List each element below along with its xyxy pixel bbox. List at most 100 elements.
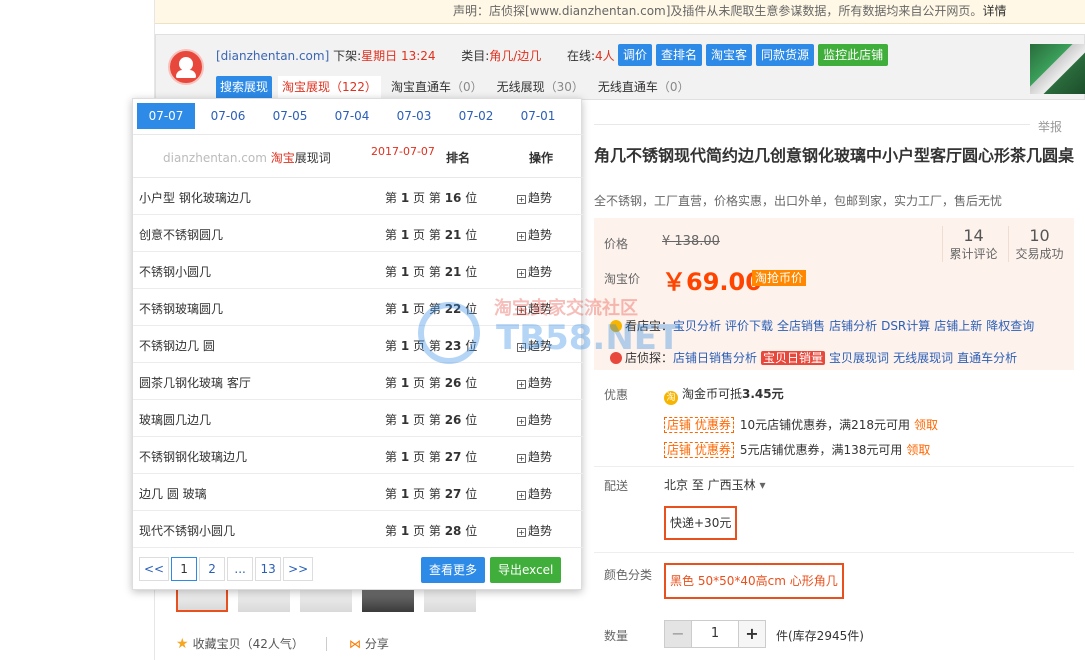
- original-price: ¥ 138.00: [662, 234, 720, 249]
- disclaimer-detail-link[interactable]: 详情: [982, 4, 1006, 18]
- shipping-destination-select[interactable]: 广西玉林: [708, 478, 756, 492]
- col-rank: 排名: [446, 151, 471, 165]
- display-words-popup: 07-07 07-06 07-05 07-04 07-03 07-02 07-01 dian…: [132, 98, 583, 590]
- coupon-1: 店铺 优惠券 10元店铺优惠券，满218元可用 领取: [664, 416, 938, 433]
- tool-shop-sales[interactable]: 全店销售: [777, 319, 825, 333]
- quantity-input[interactable]: 1: [692, 620, 738, 648]
- plus-box-icon: +: [517, 528, 526, 537]
- color-option-selected[interactable]: 黑色 50*50*40高cm 心形角几: [664, 563, 844, 599]
- trend-link[interactable]: + 趋势: [517, 522, 552, 539]
- express-option[interactable]: 快递+30元: [664, 506, 738, 540]
- dianzhentan-tools: 店侦探：店铺日销售分析 宝贝日销量 宝贝展现词 无线展现词 直通车分析: [610, 349, 1021, 366]
- date-tab-0701[interactable]: 07-01: [509, 103, 567, 129]
- tool-dsr-calc[interactable]: DSR计算: [881, 319, 930, 333]
- share-link[interactable]: 分享: [365, 637, 389, 651]
- site-link[interactable]: [dianzhentan.com]: [216, 49, 329, 63]
- tool-display-words[interactable]: 宝贝展现词: [829, 351, 889, 365]
- trend-link[interactable]: + 趋势: [517, 189, 552, 206]
- monitor-shop-button[interactable]: 监控此店铺: [818, 44, 889, 66]
- same-source-button[interactable]: 同款货源: [756, 44, 815, 66]
- taobaoke-button[interactable]: 淘宝客: [706, 44, 753, 66]
- date-tab-0705[interactable]: 07-05: [261, 103, 319, 129]
- page-first-button[interactable]: <<: [139, 557, 170, 581]
- keyword-rank: 第 1 页 第 26 位: [385, 376, 478, 390]
- shop-banner-image: [1030, 44, 1085, 94]
- plus-box-icon: +: [517, 195, 526, 204]
- plus-box-icon: +: [517, 491, 526, 500]
- date-tab-0703[interactable]: 07-03: [385, 103, 443, 129]
- plus-box-icon: +: [517, 343, 526, 352]
- tab-wireless-display[interactable]: 无线展现（30）: [493, 76, 588, 98]
- thumbnail[interactable]: [362, 588, 414, 612]
- page-ellipsis[interactable]: ...: [227, 557, 254, 581]
- tool-item-analysis[interactable]: 宝贝分析: [673, 319, 721, 333]
- trend-link[interactable]: + 趋势: [517, 337, 552, 354]
- chevron-down-icon[interactable]: ▾: [760, 478, 766, 492]
- divider: [594, 552, 1074, 553]
- price-label: 价格: [604, 237, 629, 251]
- tool-daily-sales[interactable]: 店铺日销售分析: [673, 351, 757, 365]
- color-label: 颜色分类: [604, 568, 653, 582]
- deals-stat: 10 交易成功: [1008, 226, 1070, 262]
- date-tab-0707[interactable]: 07-07: [137, 103, 195, 129]
- thumbnail[interactable]: [300, 588, 352, 612]
- tool-item-daily-sales[interactable]: 宝贝日销量: [761, 351, 826, 365]
- coin-line: 淘淘金币可抵3.45元: [664, 385, 784, 405]
- tool-review-download[interactable]: 评价下载: [725, 319, 773, 333]
- tab-wireless-ztc[interactable]: 无线直通车（0）: [594, 76, 694, 98]
- plus-box-icon: +: [517, 417, 526, 426]
- keyword-text: 圆茶几钢化玻璃 客厅: [139, 376, 251, 390]
- thumbnail[interactable]: [238, 588, 290, 612]
- tool-demotion-check[interactable]: 降权查询: [986, 319, 1034, 333]
- report-link[interactable]: 举报: [1038, 118, 1062, 135]
- trend-link[interactable]: + 趋势: [517, 374, 552, 391]
- tab-taobao-ztc[interactable]: 淘宝直通车（0）: [387, 76, 487, 98]
- page-1-button[interactable]: 1: [171, 557, 198, 581]
- category-value[interactable]: 角几/边几: [489, 49, 541, 63]
- table-row: 现代不锈钢小圆几 第 1 页 第 28 位 + 趋势: [133, 511, 583, 548]
- view-more-button[interactable]: 查看更多: [421, 557, 486, 583]
- check-rank-button[interactable]: 查排名: [656, 44, 703, 66]
- tool-shop-analysis[interactable]: 店铺分析: [829, 319, 877, 333]
- offline-value: 星期日 13:24: [361, 49, 436, 63]
- keyword-text: 现代不锈钢小圆几: [139, 524, 236, 538]
- date-tab-0704[interactable]: 07-04: [323, 103, 381, 129]
- keyword-rank: 第 1 页 第 21 位: [385, 265, 478, 279]
- table-row: 玻璃圆几边几 第 1 页 第 26 位 + 趋势: [133, 400, 583, 437]
- keyword-text: 不锈钢钢化玻璃边几: [139, 450, 248, 464]
- disclaimer-text: 声明：店侦探[www.dianzhentan.com]及插件从未爬取生意参谋数据…: [453, 4, 983, 18]
- reviews-stat[interactable]: 14 累计评论: [942, 226, 1004, 262]
- favorite-link[interactable]: 收藏宝贝（42人气）: [193, 637, 304, 651]
- coupon-1-get-link[interactable]: 领取: [914, 418, 938, 432]
- deals-label: 交易成功: [1015, 247, 1064, 261]
- coupon-2-get-link[interactable]: 领取: [906, 443, 930, 457]
- export-excel-button[interactable]: 导出excel: [490, 557, 562, 583]
- tool-wireless-words[interactable]: 无线展现词: [893, 351, 953, 365]
- adjust-price-button[interactable]: 调价: [618, 44, 653, 66]
- quantity-minus-button[interactable]: −: [664, 620, 692, 648]
- thumbnail[interactable]: [176, 588, 228, 612]
- quantity-stepper: −1 +: [664, 620, 766, 648]
- tool-shop-new[interactable]: 店铺上新: [934, 319, 982, 333]
- page-last-button[interactable]: >>: [283, 557, 314, 581]
- tool-ztc-analysis[interactable]: 直通车分析: [957, 351, 1017, 365]
- trend-link[interactable]: + 趋势: [517, 411, 552, 428]
- trend-link[interactable]: + 趋势: [517, 485, 552, 502]
- keyword-rank: 第 1 页 第 21 位: [385, 228, 478, 242]
- keyword-text: 不锈钢玻璃圆几: [139, 302, 224, 316]
- tab-taobao-display[interactable]: 淘宝展现（122）: [278, 76, 381, 98]
- keyword-text: 不锈钢小圆几: [139, 265, 212, 279]
- date-tab-0702[interactable]: 07-02: [447, 103, 505, 129]
- trend-link[interactable]: + 趋势: [517, 226, 552, 243]
- trend-link[interactable]: + 趋势: [517, 300, 552, 317]
- coupon-2: 店铺 优惠券 5元店铺优惠券，满138元可用 领取: [664, 441, 930, 458]
- thumbnail[interactable]: [424, 588, 476, 612]
- date-tab-0706[interactable]: 07-06: [199, 103, 257, 129]
- quantity-plus-button[interactable]: +: [738, 620, 766, 648]
- tab-search-display[interactable]: 搜索展现: [216, 76, 273, 98]
- plus-box-icon: +: [517, 380, 526, 389]
- page-2-button[interactable]: 2: [199, 557, 226, 581]
- trend-link[interactable]: + 趋势: [517, 263, 552, 280]
- page-13-button[interactable]: 13: [255, 557, 282, 581]
- trend-link[interactable]: + 趋势: [517, 448, 552, 465]
